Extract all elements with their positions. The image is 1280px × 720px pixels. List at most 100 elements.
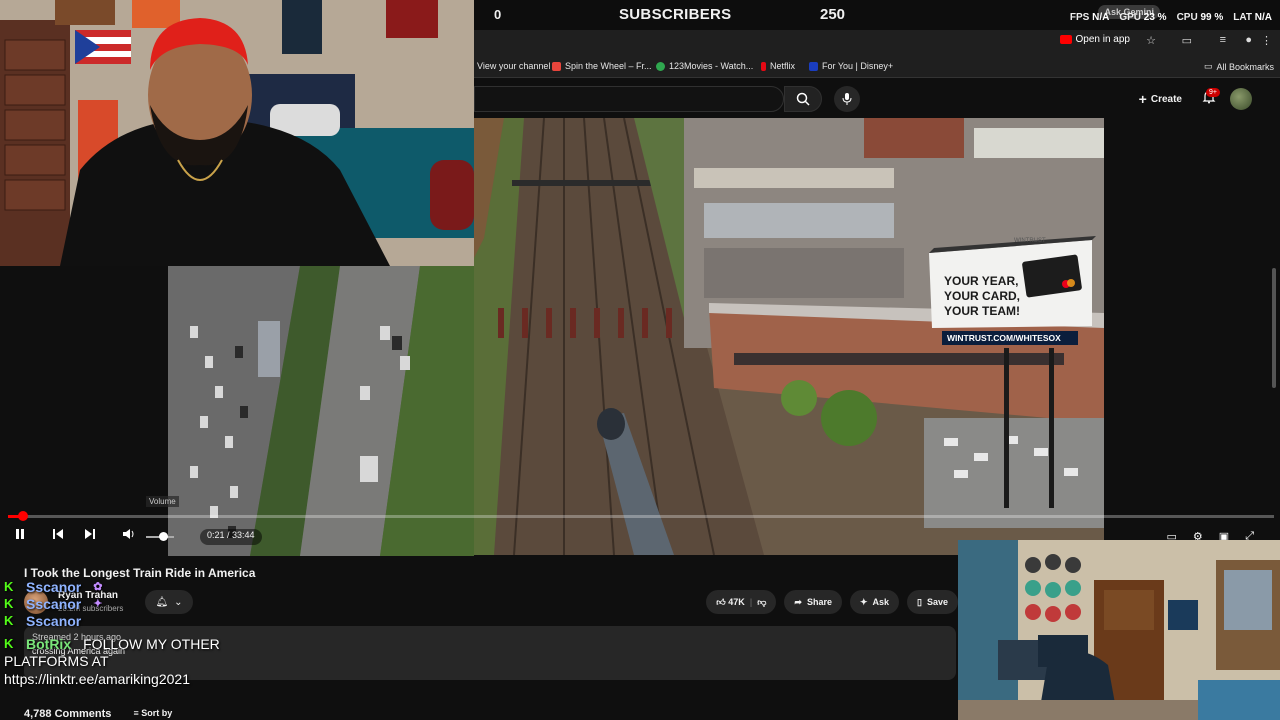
progress-bar[interactable]: [8, 511, 1274, 521]
share-button[interactable]: ➦ Share: [784, 590, 842, 614]
cpu-stat: CPU 99 %: [1177, 12, 1224, 23]
like-count: 47K: [728, 596, 745, 607]
chat-username: Sscanor: [26, 578, 82, 595]
search-input[interactable]: [474, 86, 784, 112]
sort-icon: ≡: [133, 708, 139, 718]
chat-username: Sscanor: [26, 595, 82, 612]
chat-username: Sscanor: [26, 612, 82, 629]
pause-button[interactable]: [14, 528, 26, 543]
train-scene: YOUR YEAR, YOUR CARD, YOUR TEAM! WINTRUS…: [474, 118, 1104, 555]
bookmark-spin-wheel[interactable]: Spin the Wheel – Fr...: [552, 61, 652, 71]
chat-line-bot: K BotRix FOLLOW MY OTHER: [4, 635, 524, 652]
bookmark-label: For You | Disney+: [822, 61, 894, 71]
next-button[interactable]: [84, 528, 96, 543]
kick-icon: K: [4, 579, 14, 594]
pause-icon: [16, 529, 24, 539]
bot-message-2: PLATFORMS AT: [4, 653, 109, 669]
open-in-app-button[interactable]: Open in app: [1059, 34, 1130, 45]
time-display: 0:21 / 33:44: [200, 529, 262, 545]
emote-icon: ✿: [93, 581, 103, 593]
like-dislike-group: 👍︎ 47K | 👎︎: [706, 590, 777, 614]
volume-icon: [123, 529, 134, 539]
microphone-icon: [842, 93, 852, 105]
bot-message-1: FOLLOW MY OTHER: [83, 635, 220, 652]
disney-favicon-icon: [809, 61, 818, 71]
thumbs-down-icon: 👎︎: [757, 596, 767, 607]
previous-button[interactable]: [52, 528, 64, 543]
ask-button[interactable]: ✦ Ask: [849, 590, 900, 614]
cpu-label: CPU: [1176, 12, 1198, 23]
star-icon[interactable]: ☆: [1146, 34, 1156, 47]
gpu-label: GPU: [1119, 12, 1141, 23]
billboard-line3: YOUR TEAM!: [944, 304, 1020, 318]
volume-knob[interactable]: [159, 532, 168, 541]
sparkle-icon: ✦: [859, 596, 868, 607]
billboard-brand: WINTRUST: [1014, 238, 1046, 244]
lat-value: N/A: [1254, 12, 1272, 23]
dislike-button[interactable]: 👎︎: [757, 597, 766, 608]
webcam-scene: [0, 0, 474, 266]
bookmark-123movies[interactable]: 123Movies - Watch...: [656, 61, 753, 71]
sidebar-area: [1104, 118, 1280, 555]
fps-label: FPS: [1069, 12, 1090, 23]
page-scrollbar[interactable]: [1272, 268, 1276, 388]
extensions-icon[interactable]: ≡: [1220, 34, 1226, 46]
thumbs-up-icon: 👍︎: [716, 596, 726, 607]
scrubber-handle[interactable]: [18, 511, 28, 521]
profile-icon[interactable]: ●: [1245, 34, 1252, 46]
sort-label: Sort by: [141, 708, 173, 718]
share-label: Share: [806, 597, 832, 607]
lat-stat: LAT N/A: [1233, 12, 1272, 23]
room-camera: [958, 540, 1280, 720]
bookmark-view-channel[interactable]: View your channel: [477, 61, 550, 71]
browser-toolbar: Open in app ☆ ▭ ≡ ● ⋮: [474, 30, 1280, 54]
screen: { "overlay": { "left_number": "0", "subs…: [0, 0, 1280, 720]
plus-icon: +: [1138, 91, 1147, 107]
bookmark-netflix[interactable]: Netflix: [761, 61, 795, 71]
room-scene: [958, 540, 1280, 720]
comments-header: 4,788 Comments ≡ Sort by: [24, 708, 172, 720]
cast-icon[interactable]: ▭: [1182, 34, 1192, 47]
lat-label: LAT: [1233, 12, 1252, 23]
create-label: Create: [1150, 93, 1182, 105]
all-bookmarks[interactable]: ▭ All Bookmarks: [1204, 61, 1274, 72]
create-button[interactable]: + Create: [1131, 88, 1190, 110]
account-avatar[interactable]: [1230, 88, 1252, 110]
share-icon: ➦: [794, 596, 802, 607]
netflix-favicon-icon: [761, 61, 766, 71]
comments-count: 4,788 Comments: [24, 708, 112, 720]
bookmark-disney[interactable]: For You | Disney+: [809, 61, 893, 71]
search-button[interactable]: [784, 86, 822, 112]
mute-button[interactable]: [122, 528, 136, 543]
bookmark-label: View your channel: [477, 61, 551, 71]
cpu-value: 99 %: [1200, 12, 1224, 23]
stream-chat-overlay: K Sscanor ✿ K Sscanor ✦ K Sscanor K BotR…: [4, 578, 524, 688]
gpu-stat: GPU 23 %: [1119, 12, 1166, 23]
highway-scene: [0, 266, 474, 556]
chat-line: K Sscanor: [4, 612, 524, 629]
kick-icon: K: [4, 613, 14, 628]
chat-username-bot: BotRix: [26, 635, 72, 652]
sort-comments-button[interactable]: ≡ Sort by: [133, 708, 172, 720]
video-player[interactable]: YOUR YEAR, YOUR CARD, YOUR TEAM! WINTRUS…: [474, 118, 1104, 555]
youtube-header: + Create 9+: [474, 80, 1280, 118]
notifications-badge: 9+: [1206, 88, 1220, 97]
bookmark-icon: ▯: [917, 596, 922, 607]
save-label: Save: [926, 597, 948, 607]
fps-value: N/A: [1092, 12, 1110, 23]
chat-line: K Sscanor ✦: [4, 595, 524, 612]
skip-next-icon: [85, 529, 95, 539]
voice-search-button[interactable]: [834, 86, 860, 112]
kick-icon: K: [4, 596, 14, 611]
billboard-url: WINTRUST.COM/WHITESOX: [947, 333, 1061, 343]
highway-clip: [0, 266, 474, 556]
subscribers-count: 250: [820, 6, 846, 23]
bot-message-3: https://linktr.ee/amariking2021: [4, 671, 190, 687]
volume-tooltip: Volume: [146, 496, 179, 507]
like-button[interactable]: 👍︎ 47K: [716, 597, 744, 608]
ask-label: Ask: [872, 597, 890, 607]
browser-menu-icon[interactable]: ⋮: [1261, 34, 1272, 47]
folder-icon: ▭: [1203, 61, 1213, 71]
save-button[interactable]: ▯ Save: [907, 590, 958, 614]
youtube-logo-icon: [1059, 35, 1072, 44]
